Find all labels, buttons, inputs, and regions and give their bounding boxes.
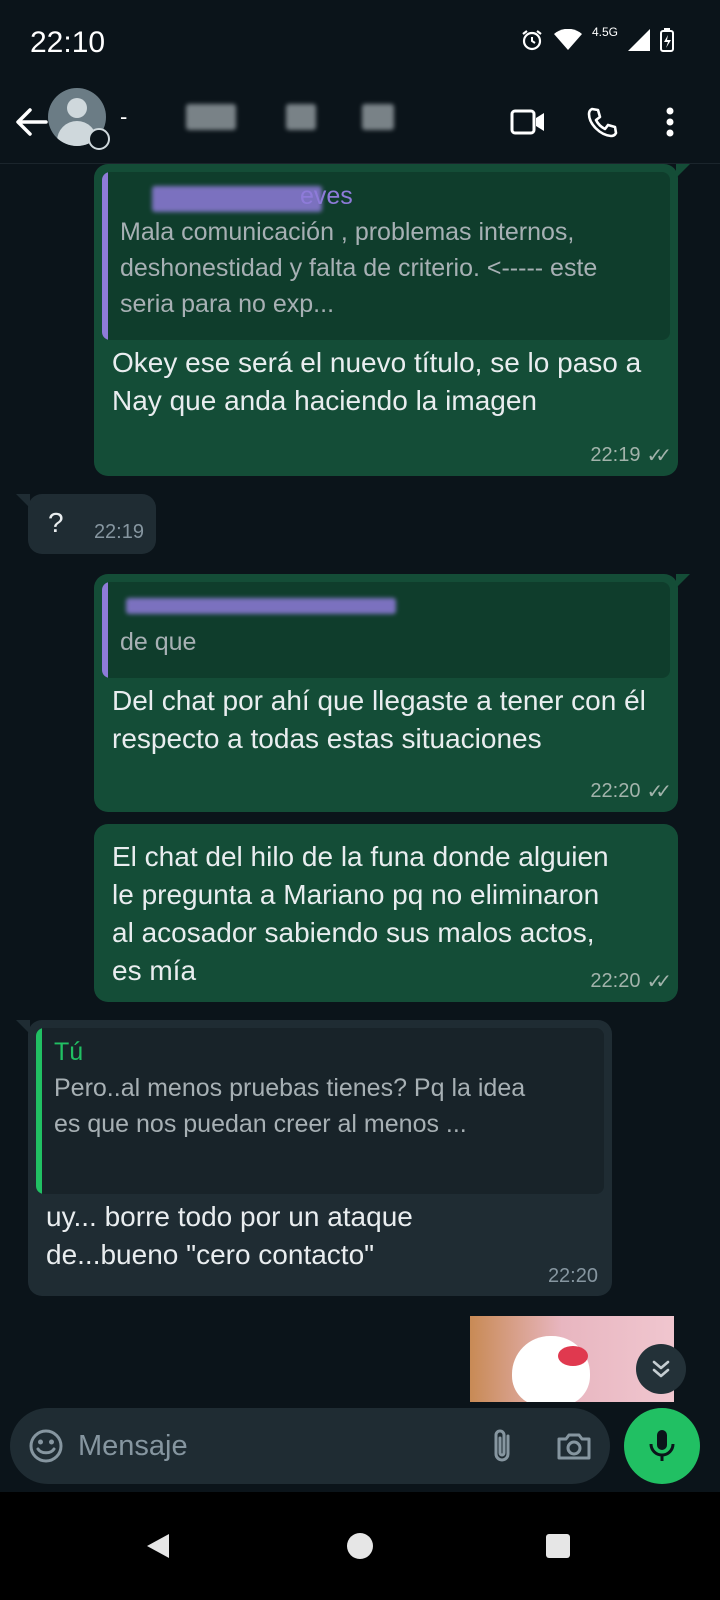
status-icons: 4.5G [520, 25, 674, 52]
wifi-icon [553, 29, 582, 50]
nav-back-button[interactable] [136, 1524, 180, 1568]
quote-author: Tú [54, 1038, 84, 1066]
bow-shape [558, 1346, 588, 1366]
message-time: 22:20 [590, 970, 641, 992]
message-bubble[interactable]: ? 22:19 [16, 494, 156, 554]
status-bar: 22:10 4.5G [0, 0, 720, 82]
redacted-name-part [186, 104, 236, 130]
message-meta: 22:20 ✓✓ [590, 779, 671, 804]
nav-home-button[interactable] [338, 1524, 382, 1568]
message-text: Del chat por ahí que llegaste a tener co… [112, 685, 646, 754]
message-meta: 22:20 ✓✓ [590, 969, 671, 994]
back-arrow-icon[interactable] [12, 102, 52, 142]
square-recents-icon [546, 1534, 570, 1558]
message-bubble[interactable]: Tú Pero..al menos pruebas tienes? Pq la … [16, 1020, 612, 1296]
double-chevron-down-icon [652, 1360, 670, 1378]
paperclip-icon[interactable] [482, 1426, 522, 1466]
battery-icon [660, 28, 674, 52]
triangle-back-icon [147, 1534, 169, 1558]
message-bubble[interactable]: eves Mala comunicación , problemas inter… [94, 164, 690, 476]
chat-area[interactable]: eves Mala comunicación , problemas inter… [0, 164, 720, 1434]
message-composer [10, 1408, 610, 1484]
message-time: 22:20 [547, 1265, 598, 1287]
message-time: 22:19 [93, 521, 144, 543]
microphone-icon [649, 1430, 675, 1461]
signal-icon [628, 29, 650, 51]
nav-recents-button[interactable] [536, 1524, 580, 1568]
status-time: 22:10 [30, 26, 106, 59]
message-text: uy... borre todo por un ataque de...buen… [46, 1201, 413, 1270]
video-camera-icon [510, 109, 544, 135]
message-text: El chat del hilo de la funa donde alguie… [112, 841, 609, 986]
read-receipt-icon: ✓✓ [646, 971, 671, 993]
redacted-name-part [362, 104, 394, 130]
circle-home-icon [347, 1533, 373, 1559]
redacted-name-part [286, 104, 316, 130]
read-receipt-icon: ✓✓ [646, 781, 671, 803]
voice-message-button[interactable] [624, 1408, 700, 1484]
message-input[interactable] [78, 1422, 458, 1470]
contact-name[interactable]: - [120, 104, 127, 130]
more-options-button[interactable] [648, 100, 692, 144]
phone-icon [587, 107, 618, 138]
camera-icon[interactable] [554, 1426, 594, 1466]
message-meta: 22:19 [94, 521, 144, 544]
redacted-quote-author [126, 598, 396, 614]
message-time: 22:20 [590, 780, 641, 802]
quoted-message[interactable]: Tú Pero..al menos pruebas tienes? Pq la … [36, 1028, 604, 1194]
quoted-message[interactable]: eves Mala comunicación , problemas inter… [102, 172, 670, 340]
network-type: 4.5G [591, 25, 618, 39]
read-receipt-icon: ✓✓ [646, 445, 671, 467]
quoted-message[interactable]: de que [102, 582, 670, 678]
status-badge [88, 128, 110, 150]
voice-call-button[interactable] [580, 100, 624, 144]
quote-text: de que [120, 628, 197, 656]
system-navigation-bar [0, 1492, 720, 1600]
scroll-to-bottom-button[interactable] [636, 1344, 686, 1394]
redacted-quote-author [152, 186, 322, 212]
message-bubble[interactable]: El chat del hilo de la funa donde alguie… [94, 824, 678, 1002]
chat-header: - [0, 82, 720, 164]
message-text: Okey ese será el nuevo título, se lo pas… [112, 347, 642, 416]
alarm-icon [522, 30, 542, 51]
kebab-menu-icon [666, 107, 674, 137]
video-call-button[interactable] [506, 100, 550, 144]
message-meta: 22:19 ✓✓ [590, 443, 671, 468]
quote-text: Pero..al menos pruebas tienes? Pq la ide… [54, 1074, 526, 1138]
quote-text: Mala comunicación , problemas internos, … [120, 218, 598, 318]
message-meta: 22:20 [548, 1265, 598, 1288]
message-bubble[interactable]: de que Del chat por ahí que llegaste a t… [94, 574, 690, 812]
message-time: 22:19 [590, 444, 641, 466]
emoji-icon[interactable] [28, 1428, 64, 1464]
